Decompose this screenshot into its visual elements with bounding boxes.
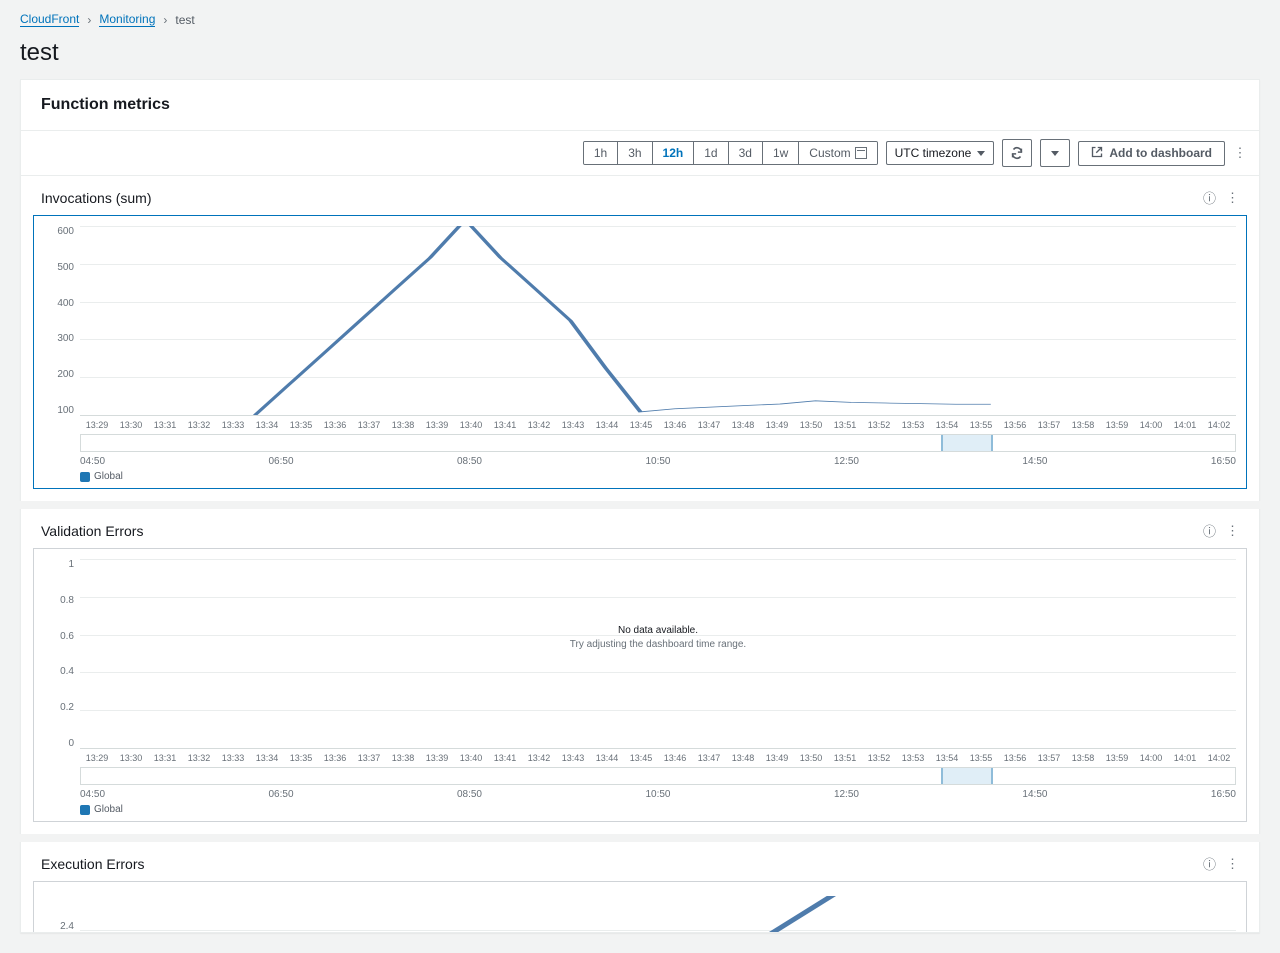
chart-title: Invocations (sum) [41, 190, 151, 206]
range-1d[interactable]: 1d [694, 142, 728, 164]
breadcrumb-mid-link[interactable]: Monitoring [99, 12, 155, 27]
chart-card-validation-errors: Validation Errors ⓘ ⋮ 10.80.60.40.20 No … [21, 509, 1259, 834]
chart-box[interactable]: 10.80.60.40.20 No data available. Try ad… [33, 548, 1247, 822]
x-axis-hours: 04:5006:5008:5010:5012:5014:5016:50 [40, 454, 1236, 467]
legend-swatch [80, 472, 90, 482]
line-chart [80, 226, 1236, 415]
section-header: Function metrics [21, 80, 1259, 131]
info-icon[interactable]: ⓘ [1203, 854, 1216, 873]
brush-selection[interactable] [941, 435, 993, 451]
range-1w[interactable]: 1w [763, 142, 799, 164]
chevron-right-icon: › [163, 13, 167, 27]
breadcrumb-root-link[interactable]: CloudFront [20, 12, 79, 27]
timezone-select[interactable]: UTC timezone [886, 141, 995, 165]
info-icon[interactable]: ⓘ [1203, 188, 1216, 207]
plot-area[interactable] [80, 226, 1236, 416]
range-custom[interactable]: Custom [799, 142, 876, 164]
x-axis-hours: 04:5006:5008:5010:5012:5014:5016:50 [40, 787, 1236, 800]
chart-box[interactable]: 2.4 [33, 881, 1247, 932]
plot-area[interactable]: No data available. Try adjusting the das… [80, 559, 1236, 749]
timezone-label: UTC timezone [895, 146, 972, 160]
custom-label: Custom [809, 146, 850, 160]
no-data-message: No data available. Try adjusting the das… [570, 624, 746, 652]
time-brush[interactable] [80, 434, 1236, 452]
time-range-group: 1h 3h 12h 1d 3d 1w Custom [583, 141, 878, 165]
chart-card-execution-errors: Execution Errors ⓘ ⋮ 2.4 [21, 842, 1259, 932]
metrics-container: Function metrics 1h 3h 12h 1d 3d 1w Cust… [20, 79, 1260, 933]
range-12h[interactable]: 12h [653, 142, 695, 164]
line-chart [80, 892, 1236, 932]
calendar-icon [855, 147, 867, 159]
chart-menu-icon[interactable]: ⋮ [1226, 190, 1239, 206]
chart-menu-icon[interactable]: ⋮ [1226, 523, 1239, 539]
legend-swatch [80, 805, 90, 815]
x-axis-minutes: 13:2913:3013:3113:3213:3313:3413:3513:36… [40, 416, 1236, 432]
legend-label: Global [94, 471, 123, 482]
y-axis: 600500400300200100 [40, 226, 80, 416]
chart-box[interactable]: 600500400300200100 13:2913:3013:3113:321… [33, 215, 1247, 489]
legend: Global [40, 800, 1236, 815]
chevron-down-icon [1051, 151, 1059, 156]
page-title: test [0, 35, 1280, 79]
add-to-dashboard-button[interactable]: Add to dashboard [1078, 141, 1225, 166]
chevron-right-icon: › [87, 13, 91, 27]
y-axis: 10.80.60.40.20 [40, 559, 80, 749]
refresh-options-button[interactable] [1040, 139, 1070, 167]
brush-selection[interactable] [941, 768, 993, 784]
time-brush[interactable] [80, 767, 1236, 785]
chart-title: Validation Errors [41, 523, 143, 539]
metrics-toolbar: 1h 3h 12h 1d 3d 1w Custom UTC timezone A… [21, 131, 1259, 176]
legend: Global [40, 467, 1236, 482]
legend-label: Global [94, 804, 123, 815]
breadcrumb-current: test [175, 13, 194, 27]
y-axis: 2.4 [40, 892, 80, 932]
range-3h[interactable]: 3h [618, 142, 652, 164]
x-axis-minutes: 13:2913:3013:3113:3213:3313:3413:3513:36… [40, 749, 1236, 765]
add-dashboard-label: Add to dashboard [1109, 146, 1212, 160]
range-1h[interactable]: 1h [584, 142, 618, 164]
refresh-button[interactable] [1002, 139, 1032, 167]
chart-title: Execution Errors [41, 856, 144, 872]
range-3d[interactable]: 3d [729, 142, 763, 164]
toolbar-menu-icon[interactable]: ⋮ [1233, 141, 1247, 165]
plot-area[interactable] [80, 892, 1236, 932]
chart-menu-icon[interactable]: ⋮ [1226, 856, 1239, 872]
info-icon[interactable]: ⓘ [1203, 521, 1216, 540]
external-link-icon [1091, 146, 1103, 161]
chart-card-invocations: Invocations (sum) ⓘ ⋮ 600500400300200100 [21, 176, 1259, 501]
breadcrumb: CloudFront › Monitoring › test [0, 0, 1280, 35]
chevron-down-icon [977, 151, 985, 156]
